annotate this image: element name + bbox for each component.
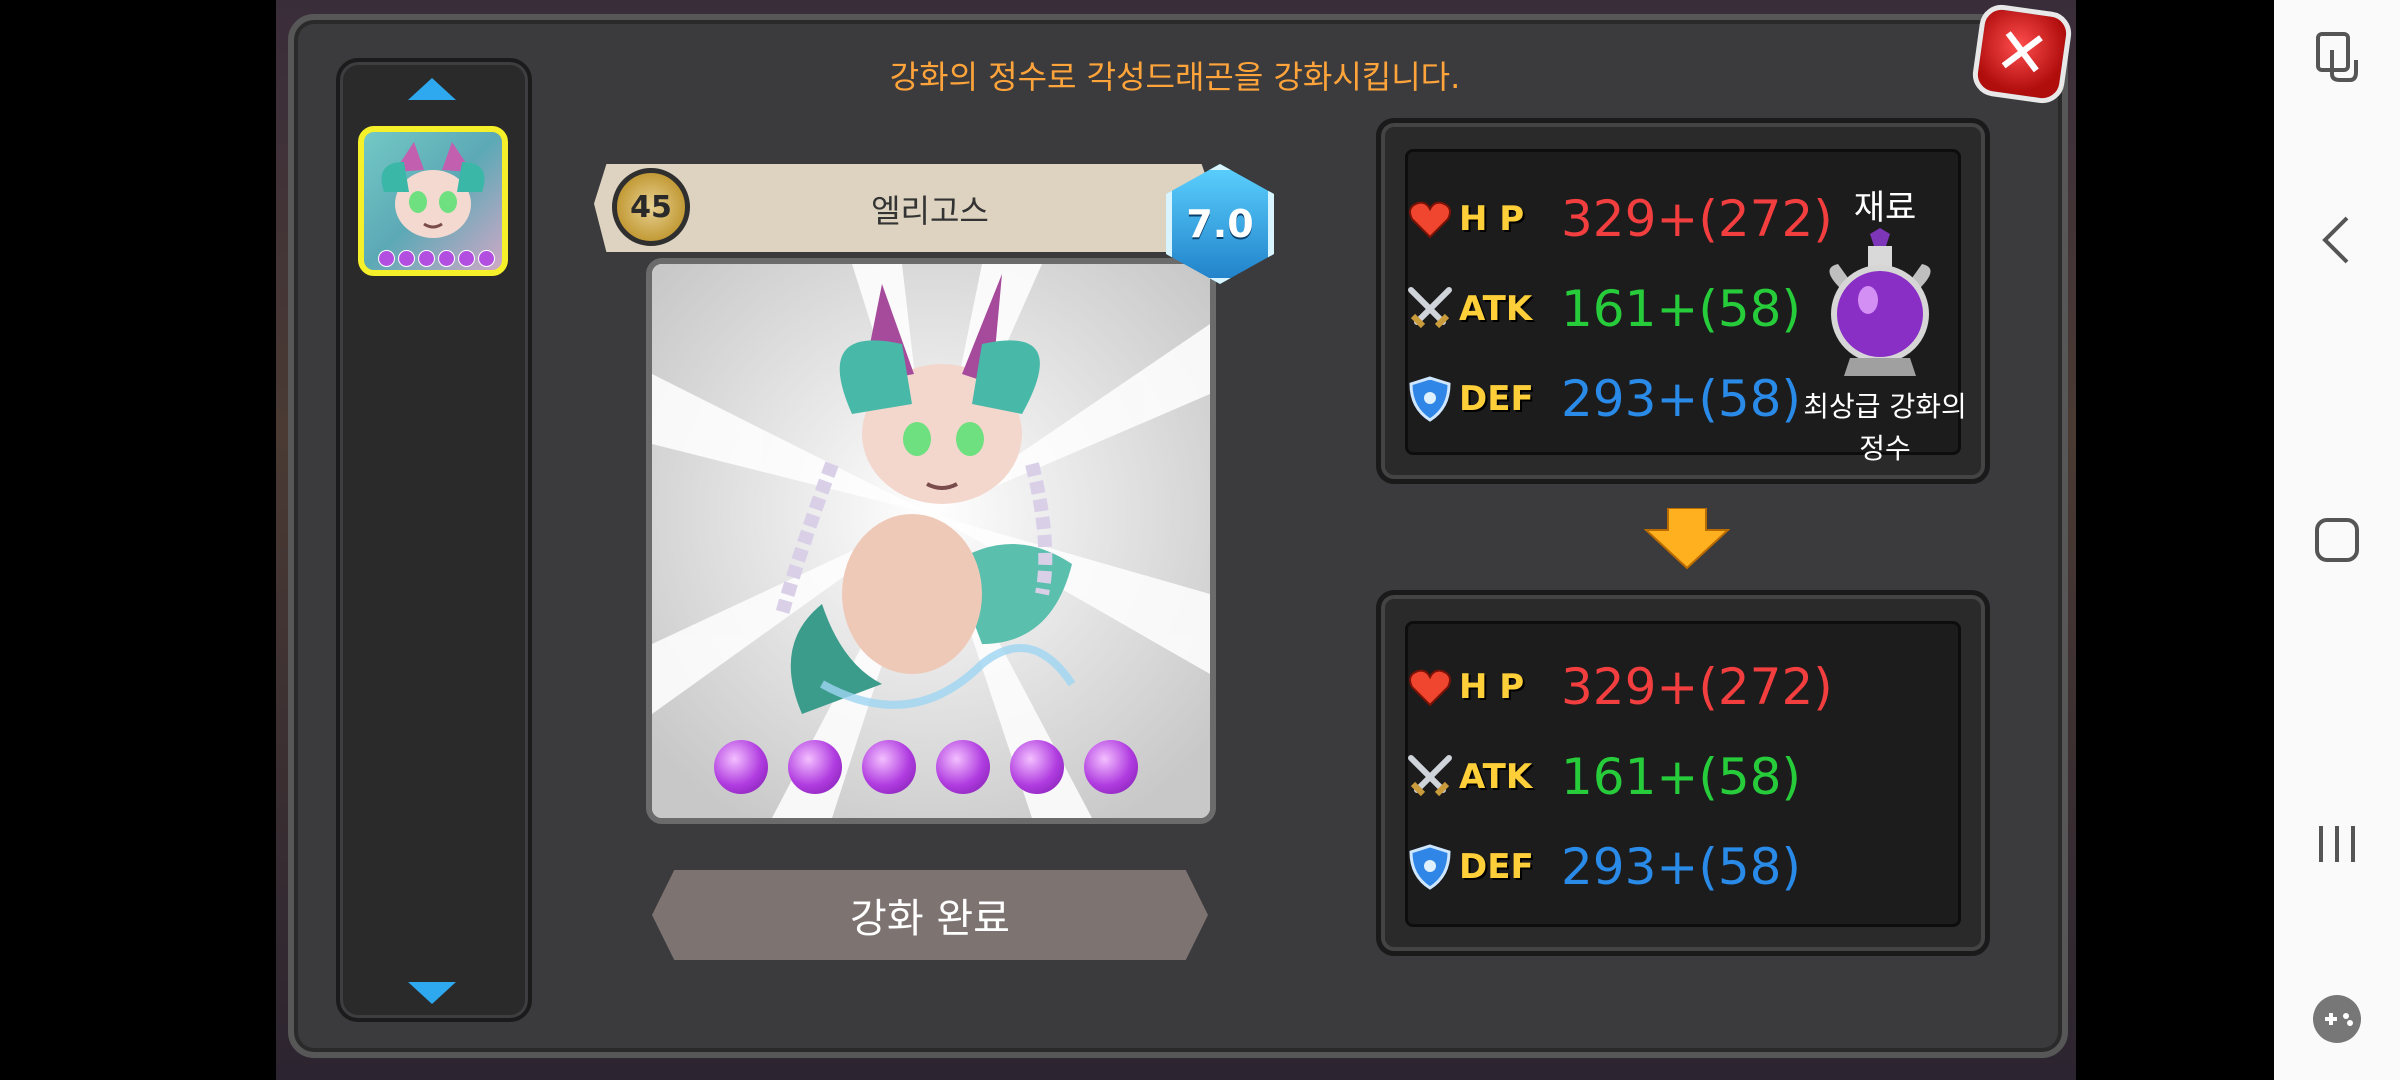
dragon-thumbnail-selected[interactable]	[358, 126, 508, 276]
hp-row: H P 329+(272)	[1405, 657, 1833, 717]
close-icon: ✕	[1990, 13, 2054, 95]
thumb-star-dot	[378, 250, 395, 267]
heart-icon	[1405, 662, 1455, 712]
material-name: 최상급 강화의 정수	[1803, 390, 1967, 465]
crossed-swords-icon	[1405, 752, 1455, 802]
def-value: 293+(58)	[1561, 370, 1801, 428]
thumb-star-dot	[418, 250, 435, 267]
thumb-star-dot	[438, 250, 455, 267]
hp-row: H P 329+(272)	[1405, 189, 1833, 249]
atk-label: ATK	[1459, 289, 1533, 329]
star-dot	[1010, 740, 1064, 794]
hp-label: H P	[1459, 667, 1525, 707]
enhance-complete-button[interactable]: 강화 완료	[652, 870, 1208, 960]
star-dot	[862, 740, 916, 794]
crossed-swords-icon	[1405, 284, 1455, 334]
instruction-text: 강화의 정수로 각성드래곤을 강화시킵니다.	[889, 58, 1461, 96]
shield-icon	[1405, 374, 1455, 424]
heart-icon	[1405, 194, 1455, 244]
atk-value: 161+(58)	[1561, 280, 1801, 338]
recent-apps-icon[interactable]	[2274, 820, 2400, 872]
material-title: 재료	[1853, 188, 1917, 228]
level-badge: 45	[612, 168, 690, 246]
down-arrow-icon	[1644, 508, 1730, 570]
hp-label: H P	[1459, 199, 1525, 239]
dragon-name: 엘리고스	[871, 192, 989, 230]
star-dot	[714, 740, 768, 794]
def-row: DEF 293+(58)	[1405, 837, 1801, 897]
close-button[interactable]: ✕	[1970, 2, 2074, 106]
atk-value: 161+(58)	[1561, 748, 1801, 806]
star-dot	[788, 740, 842, 794]
shield-icon	[1405, 842, 1455, 892]
screen-touch-lock-icon[interactable]	[2274, 30, 2400, 88]
result-stats-panel: H P 329+(272) ATK 161+(58) DEF 293+(58)	[1376, 590, 1990, 956]
def-label: DEF	[1459, 847, 1534, 887]
radial-rays	[652, 264, 1210, 818]
star-dot	[936, 740, 990, 794]
game-tools-icon[interactable]	[2274, 992, 2400, 1050]
def-row: DEF 293+(58)	[1405, 369, 1801, 429]
thumb-star-dot	[398, 250, 415, 267]
atk-row: ATK 161+(58)	[1405, 747, 1801, 807]
scroll-up-arrow-icon[interactable]	[408, 78, 456, 100]
def-label: DEF	[1459, 379, 1534, 419]
def-value: 293+(58)	[1561, 838, 1801, 896]
scroll-down-arrow-icon[interactable]	[408, 982, 456, 1004]
hp-value: 329+(272)	[1561, 190, 1833, 248]
thumb-star-dot	[458, 250, 475, 267]
hp-value: 329+(272)	[1561, 658, 1833, 716]
dragon-portrait-card	[646, 258, 1216, 824]
enhance-essence-potion-icon	[1829, 228, 1931, 376]
star-dot	[1084, 740, 1138, 794]
back-icon[interactable]	[2274, 212, 2400, 272]
atk-row: ATK 161+(58)	[1405, 279, 1801, 339]
thumb-star-dot	[478, 250, 495, 267]
system-navigation-bar	[2274, 0, 2400, 1080]
atk-label: ATK	[1459, 757, 1533, 797]
home-icon[interactable]	[2274, 516, 2400, 568]
